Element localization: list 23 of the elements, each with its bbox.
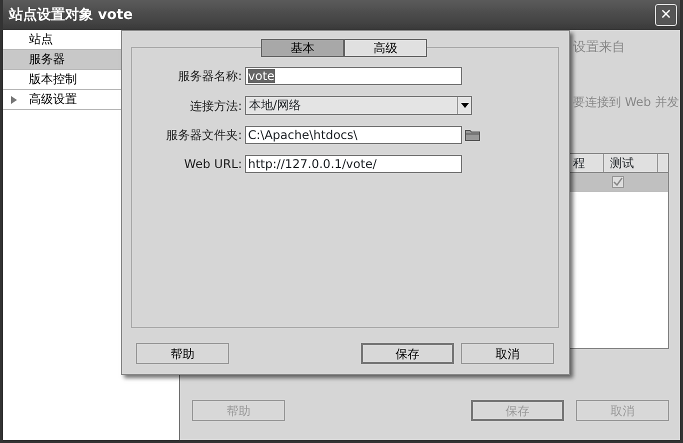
field-label: 服务器文件夹: — [164, 127, 242, 144]
window-title: 站点设置对象 vote — [9, 6, 133, 24]
input-field[interactable]: vote — [245, 67, 462, 85]
field-label: 服务器名称: — [176, 68, 242, 85]
input-field[interactable]: http://127.0.0.1/vote/ — [245, 155, 462, 173]
expand-arrow-icon[interactable] — [11, 96, 17, 104]
column-header: 测试 — [604, 154, 658, 172]
dropdown-value: 本地/网络 — [248, 97, 302, 114]
background-text: 设置来自 — [573, 39, 625, 57]
tab[interactable]: 基本 — [261, 39, 344, 57]
close-button[interactable]: ✕ — [655, 4, 677, 26]
save-button[interactable]: 保存 — [361, 343, 454, 364]
dropdown[interactable]: 本地/网络 — [245, 96, 472, 115]
folder-icon[interactable] — [465, 129, 480, 141]
tab[interactable]: 高级 — [344, 39, 427, 57]
field-label: 连接方法: — [188, 98, 242, 114]
background-text: 要连接到 Web 并发 — [573, 94, 679, 111]
field-label: Web URL: — [183, 156, 242, 173]
cancel-button[interactable]: 取消 — [461, 343, 554, 364]
checkbox[interactable] — [612, 176, 624, 188]
help-button[interactable]: 帮助 — [136, 343, 229, 364]
input-field[interactable]: C:\Apache\htdocs\ — [245, 126, 462, 144]
caret-icon — [460, 103, 468, 108]
